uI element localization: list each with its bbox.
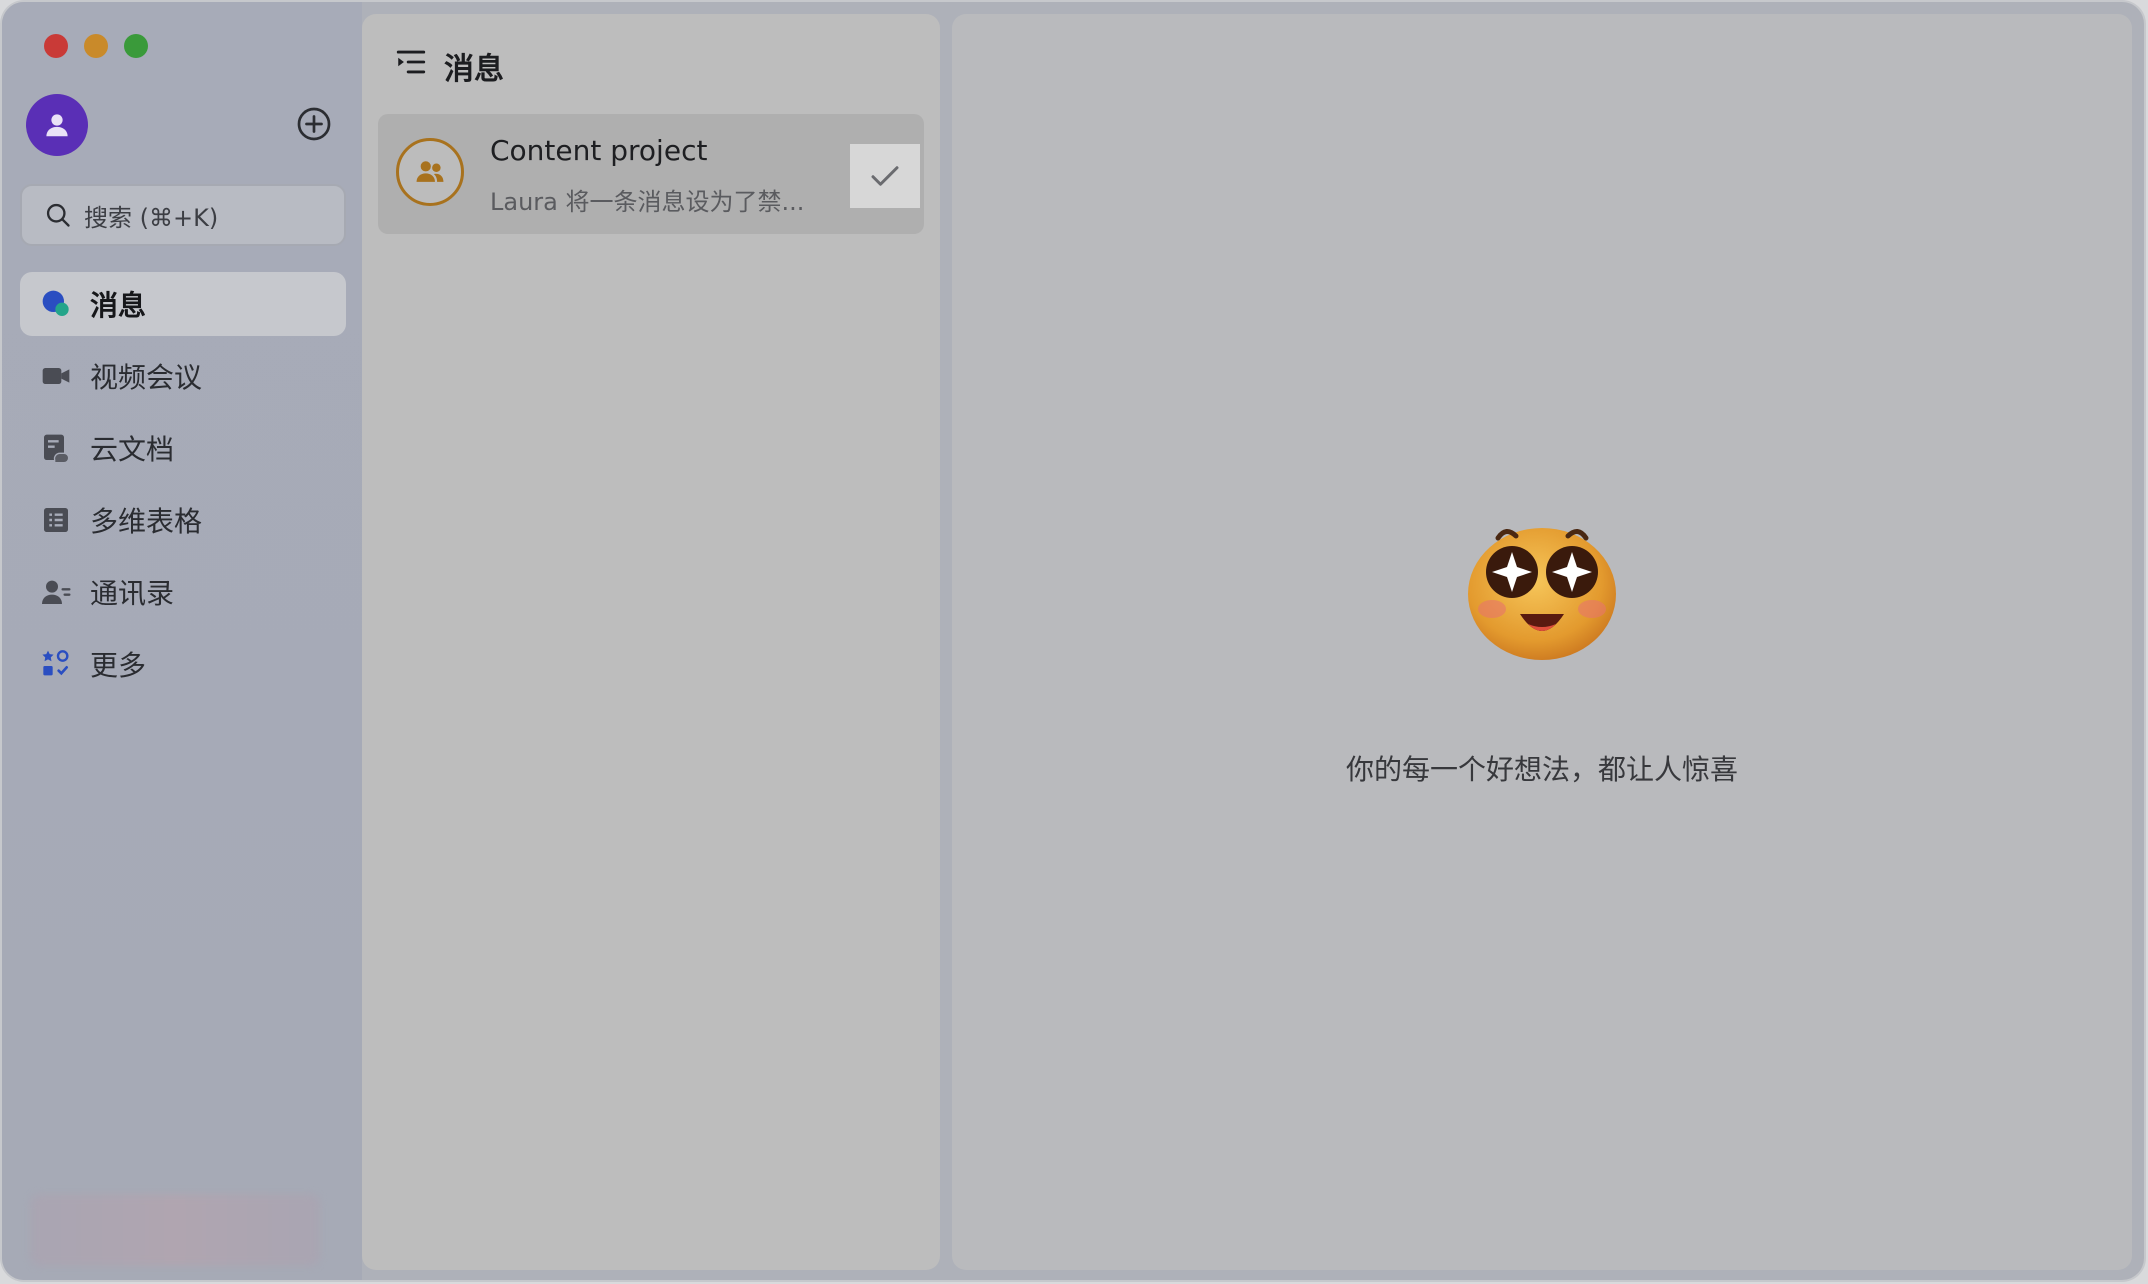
user-avatar[interactable] xyxy=(26,94,88,156)
contacts-icon xyxy=(40,576,72,608)
sidebar: 搜索 (⌘+K) 消息 视频会议 云文档 多维表格 通讯录 更多 xyxy=(2,2,362,1280)
video-camera-icon xyxy=(40,360,72,392)
sidebar-item-cloud-docs[interactable]: 云文档 xyxy=(20,416,346,480)
cloud-doc-icon xyxy=(40,432,72,464)
search-input[interactable]: 搜索 (⌘+K) xyxy=(20,184,346,246)
list-header: 消息 xyxy=(394,44,504,88)
group-icon xyxy=(416,161,444,182)
chat-name: Content project xyxy=(490,134,708,167)
search-placeholder: 搜索 (⌘+K) xyxy=(84,203,219,232)
sidebar-item-label: 通讯录 xyxy=(90,577,175,610)
search-icon xyxy=(46,203,70,227)
apps-grid-icon xyxy=(40,648,72,680)
user-icon xyxy=(46,114,68,137)
chat-bubble-icon xyxy=(40,288,72,320)
sidebar-item-label: 消息 xyxy=(90,289,147,322)
plus-circle-icon xyxy=(297,107,331,141)
sidebar-item-label: 多维表格 xyxy=(90,505,203,538)
app-window: 搜索 (⌘+K) 消息 视频会议 云文档 多维表格 通讯录 更多 消息 Cont… xyxy=(2,2,2144,1280)
blurred-footer xyxy=(30,1194,320,1266)
minimize-window-button[interactable] xyxy=(84,34,108,58)
close-window-button[interactable] xyxy=(44,34,68,58)
sidebar-item-bitable[interactable]: 多维表格 xyxy=(20,488,346,552)
collapse-list-icon[interactable] xyxy=(394,45,428,87)
sidebar-nav: 消息 视频会议 云文档 多维表格 通讯录 更多 xyxy=(20,272,346,704)
mark-done-button[interactable] xyxy=(850,144,920,208)
chat-item-content-project[interactable]: Content project Laura 将一条消息设为了禁... xyxy=(378,114,924,234)
empty-state-tagline: 你的每一个好想法，都让人惊喜 xyxy=(1345,753,1738,786)
checkmark-icon xyxy=(871,166,899,186)
window-controls xyxy=(44,34,148,58)
maximize-window-button[interactable] xyxy=(124,34,148,58)
group-avatar xyxy=(396,138,464,206)
sidebar-item-messages[interactable]: 消息 xyxy=(20,272,346,336)
message-list-panel: 消息 Content project Laura 将一条消息设为了禁... xyxy=(362,14,940,1270)
sidebar-item-label: 云文档 xyxy=(90,433,175,466)
sidebar-item-more[interactable]: 更多 xyxy=(20,632,346,696)
list-title: 消息 xyxy=(444,52,504,87)
sidebar-item-video-meeting[interactable]: 视频会议 xyxy=(20,344,346,408)
sidebar-item-label: 更多 xyxy=(90,649,147,682)
starry-eyes-emoji-icon xyxy=(1462,514,1622,668)
content-panel: 你的每一个好想法，都让人惊喜 xyxy=(952,14,2132,1270)
sidebar-item-contacts[interactable]: 通讯录 xyxy=(20,560,346,624)
table-icon xyxy=(40,504,72,536)
add-button[interactable] xyxy=(296,106,332,142)
sidebar-item-label: 视频会议 xyxy=(90,361,203,394)
chat-preview: Laura 将一条消息设为了禁... xyxy=(490,188,805,216)
